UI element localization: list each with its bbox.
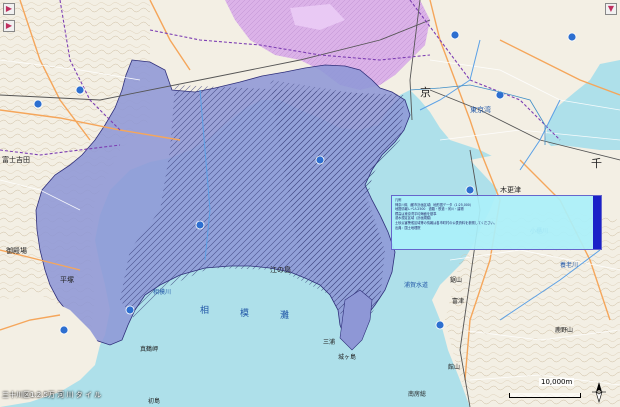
info-line-7: 出典：国土地理院	[395, 225, 421, 230]
info-panel[interactable]: 凡例 神奈川県（都市計画区域）地形図データ（1:25,000） 地図情報レベル2…	[391, 195, 602, 250]
scale-bar: 10,000m	[505, 378, 583, 400]
layer-toggle-button[interactable]: ▶	[3, 20, 15, 32]
map-viewport[interactable]: 京 千 相 模 灘 江の島 城ヶ島 三浦 真鶴岬 初島 南房総 館山 富津 浦賀…	[0, 0, 620, 407]
info-panel-scrollbar[interactable]	[593, 196, 601, 249]
menu-dropdown-button[interactable]: ▼	[605, 3, 617, 15]
scale-line	[509, 393, 581, 398]
expand-panel-button[interactable]: ▶	[3, 3, 15, 15]
scale-label: 10,000m	[539, 378, 575, 386]
map-caption: 三十川区1:2.5万 河 川 タ イ ル	[2, 391, 102, 399]
north-arrow-icon	[592, 382, 606, 403]
